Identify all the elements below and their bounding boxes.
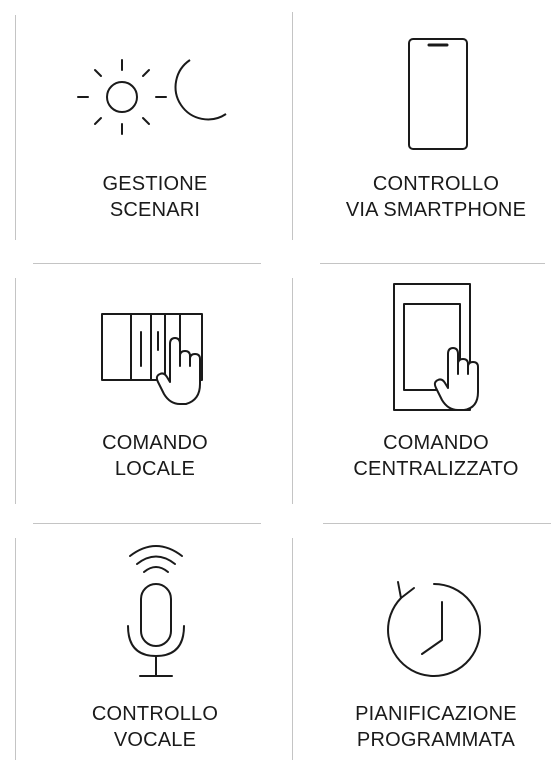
divider-horizontal-row2-left	[33, 523, 261, 524]
feature-label-line1: COMANDO	[102, 432, 208, 454]
divider-vertical-middle-center	[292, 278, 293, 504]
feature-label-line2: SCENARI	[109, 199, 201, 221]
feature-label-line2: PROGRAMMATA	[356, 729, 516, 751]
divider-vertical-bottom-center	[292, 538, 293, 760]
divider-horizontal-row1-right	[320, 263, 545, 264]
divider-vertical-top-center	[292, 12, 293, 240]
divider-horizontal-row2-right	[323, 523, 551, 524]
sun-moon-icon	[70, 52, 230, 137]
feature-label: COMANDO CENTRALIZZATO	[306, 430, 557, 482]
smartphone-icon	[408, 38, 468, 150]
feature-label: COMANDO LOCALE	[35, 430, 275, 482]
divider-vertical-bottom-left	[15, 538, 16, 760]
voice-microphone-icon	[120, 542, 192, 684]
clock-timer-icon	[382, 578, 486, 682]
feature-label-line1: PIANIFICAZIONE	[355, 703, 517, 725]
feature-label-line2: LOCALE	[114, 458, 196, 480]
divider-vertical-top-left	[15, 15, 16, 240]
wall-switch-touch-icon	[100, 310, 210, 420]
feature-label: CONTROLLO VIA SMARTPHONE	[306, 171, 557, 223]
tablet-touch-icon	[392, 282, 502, 412]
feature-label-line1: CONTROLLO	[91, 703, 219, 725]
feature-label: GESTIONE SCENARI	[35, 171, 275, 223]
feature-label-line2: CENTRALIZZATO	[353, 458, 519, 480]
feature-label-line2: VIA SMARTPHONE	[345, 199, 527, 221]
feature-label-line1: GESTIONE	[102, 173, 208, 195]
divider-horizontal-row1-left	[33, 263, 261, 264]
feature-label-line2: VOCALE	[113, 729, 197, 751]
feature-label-line1: CONTROLLO	[372, 173, 500, 195]
feature-label: PIANIFICAZIONE PROGRAMMATA	[306, 701, 557, 753]
divider-vertical-middle-left	[15, 278, 16, 504]
feature-label: CONTROLLO VOCALE	[35, 701, 275, 753]
feature-label-line1: COMANDO	[383, 432, 489, 454]
